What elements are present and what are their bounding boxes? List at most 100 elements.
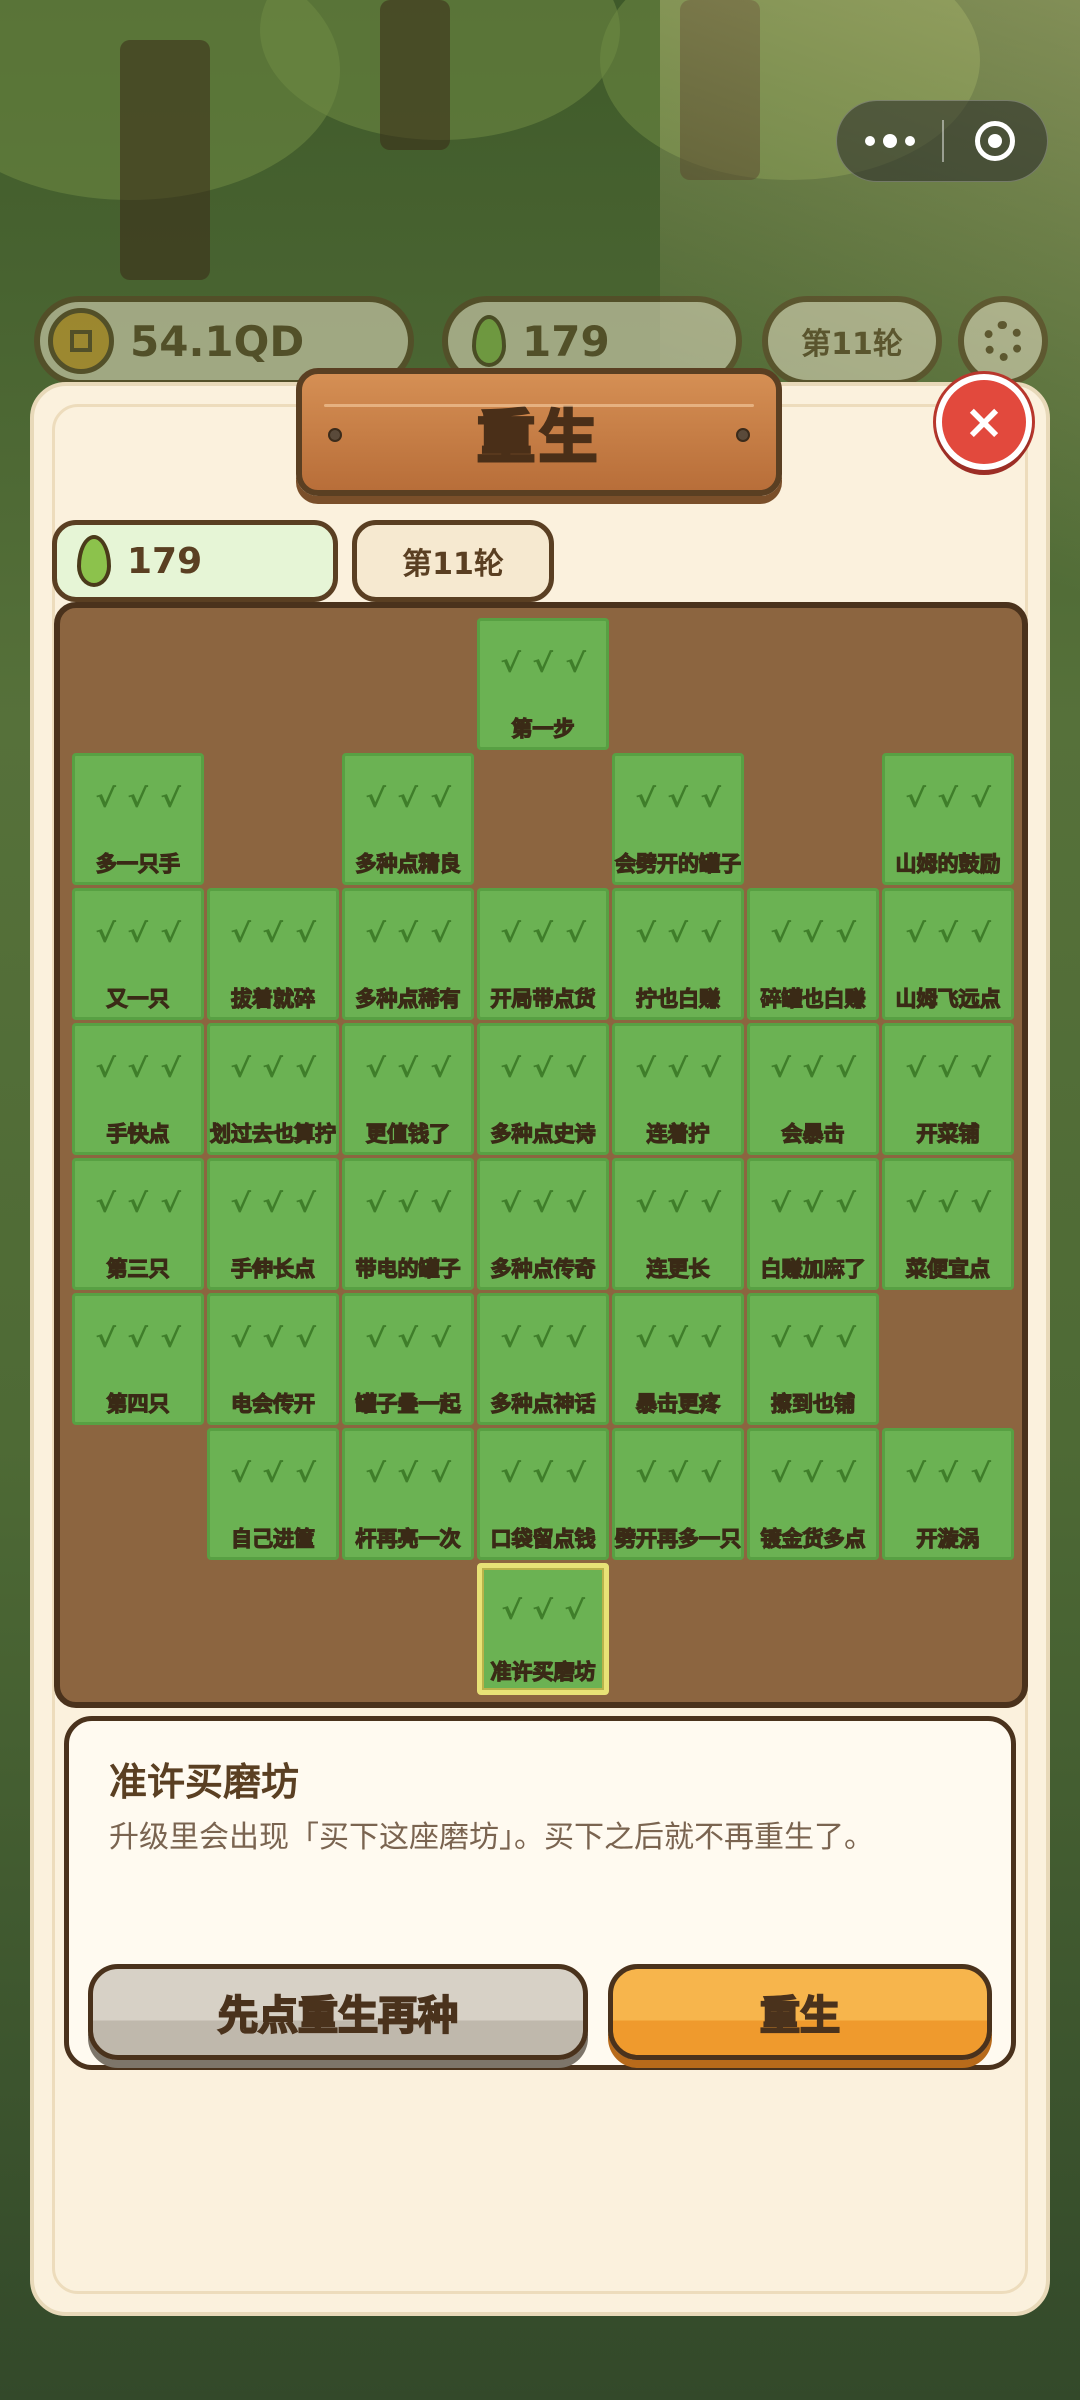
grass-icon: √ √ √ [364, 1189, 452, 1219]
skill-node-label: 电会传开 [230, 1391, 315, 1416]
skill-node-label: 又一只 [106, 986, 170, 1011]
grass-icon: √ √ √ [364, 919, 452, 949]
grass-icon: √ √ √ [229, 1054, 317, 1084]
coin-value: 54.1QD [130, 316, 305, 366]
skill-node[interactable]: √ √ √ 开漩涡 [882, 1428, 1014, 1560]
skill-node-label: 暴击更疼 [635, 1391, 720, 1416]
skill-node-label: 开菜铺 [916, 1121, 980, 1146]
skill-node[interactable]: √ √ √ 划过去也算拧 [207, 1023, 339, 1155]
skill-node[interactable]: √ √ √ 多种点精良 [342, 753, 474, 885]
skill-node[interactable]: √ √ √ 劈开再多一只 [612, 1428, 744, 1560]
skill-node[interactable]: √ √ √ 白赚加麻了 [747, 1158, 879, 1290]
skill-node[interactable]: √ √ √ 手伸长点 [207, 1158, 339, 1290]
skill-node[interactable]: √ √ √ 多种点史诗 [477, 1023, 609, 1155]
grass-icon: √ √ √ [94, 784, 182, 814]
skill-node-label: 杆再亮一次 [355, 1526, 461, 1551]
grass-icon: √ √ √ [364, 1054, 452, 1084]
skill-node[interactable]: √ √ √ 多一只手 [72, 753, 204, 885]
target-close-icon[interactable] [944, 101, 1047, 181]
skill-node[interactable]: √ √ √ 准许买磨坊 [477, 1563, 609, 1695]
skill-node[interactable]: √ √ √ 更值钱了 [342, 1023, 474, 1155]
grass-icon: √ √ √ [634, 1054, 722, 1084]
skill-node[interactable]: √ √ √ 多种点传奇 [477, 1158, 609, 1290]
skill-node[interactable]: √ √ √ 连更长 [612, 1158, 744, 1290]
grass-icon: √ √ √ [904, 1054, 992, 1084]
grass-icon: √ √ √ [499, 1324, 587, 1354]
skill-node[interactable]: √ √ √ 擦到也铺 [747, 1293, 879, 1425]
skill-node[interactable]: √ √ √ 第一步 [477, 618, 609, 750]
skill-node[interactable]: √ √ √ 会暴击 [747, 1023, 879, 1155]
grass-icon: √ √ √ [501, 1596, 585, 1626]
skill-node[interactable]: √ √ √ 山姆飞远点 [882, 888, 1014, 1020]
close-icon: × [963, 394, 1005, 450]
skill-node-label: 连着拧 [646, 1121, 710, 1146]
coin-icon [48, 308, 114, 374]
skill-node-label: 第四只 [106, 1391, 170, 1416]
skill-node[interactable]: √ √ √ 拧也白赚 [612, 888, 744, 1020]
grass-icon: √ √ √ [499, 919, 587, 949]
skill-node-label: 多种点神话 [490, 1391, 596, 1416]
skill-node-label: 擦到也铺 [770, 1391, 855, 1416]
grass-icon: √ √ √ [904, 919, 992, 949]
skill-node[interactable]: √ √ √ 手快点 [72, 1023, 204, 1155]
skill-node[interactable]: √ √ √ 第四只 [72, 1293, 204, 1425]
grass-icon: √ √ √ [499, 1054, 587, 1084]
skill-node[interactable]: √ √ √ 口袋留点钱 [477, 1428, 609, 1560]
skill-node-label: 多种点稀有 [355, 986, 461, 1011]
skill-node[interactable]: √ √ √ 罐子叠一起 [342, 1293, 474, 1425]
skill-node-label: 手快点 [106, 1121, 170, 1146]
skill-node[interactable]: √ √ √ 电会传开 [207, 1293, 339, 1425]
skill-node[interactable]: √ √ √ 山姆的鼓励 [882, 753, 1014, 885]
skill-node-label: 开漩涡 [916, 1526, 980, 1551]
grass-icon: √ √ √ [904, 784, 992, 814]
rebirth-button[interactable]: 重生 [608, 1964, 992, 2060]
skill-node[interactable]: √ √ √ 自己进筐 [207, 1428, 339, 1560]
skill-node[interactable]: √ √ √ 拔着就碎 [207, 888, 339, 1020]
skill-node-label: 多种点精良 [355, 851, 461, 876]
skill-node[interactable]: √ √ √ 会劈开的罐子 [612, 753, 744, 885]
gear-icon[interactable] [958, 296, 1048, 386]
skill-node-label: 多种点传奇 [490, 1256, 596, 1281]
close-button[interactable]: × [936, 374, 1032, 470]
skill-node-label: 带电的罐子 [355, 1256, 461, 1281]
skill-node[interactable]: √ √ √ 多种点稀有 [342, 888, 474, 1020]
skill-node[interactable]: √ √ √ 镀金货多点 [747, 1428, 879, 1560]
skill-node[interactable]: √ √ √ 带电的罐子 [342, 1158, 474, 1290]
plant-first-button[interactable]: 先点重生再种 [88, 1964, 588, 2060]
skill-node-label: 会劈开的罐子 [614, 851, 741, 876]
grass-icon: √ √ √ [499, 1189, 587, 1219]
skill-node[interactable]: √ √ √ 连着拧 [612, 1023, 744, 1155]
grass-icon: √ √ √ [769, 919, 857, 949]
grass-icon: √ √ √ [94, 1324, 182, 1354]
grass-icon: √ √ √ [634, 1459, 722, 1489]
seed-icon [472, 315, 506, 367]
more-dots-icon[interactable] [837, 101, 942, 181]
grass-icon: √ √ √ [634, 1324, 722, 1354]
skill-node-label: 镀金货多点 [760, 1526, 866, 1551]
grass-icon: √ √ √ [499, 1459, 587, 1489]
skill-node-label: 白赚加麻了 [760, 1256, 866, 1281]
skill-node[interactable]: √ √ √ 杆再亮一次 [342, 1428, 474, 1560]
seed-balance-chip: 179 [52, 520, 338, 602]
grass-icon: √ √ √ [634, 784, 722, 814]
nail-icon [736, 428, 750, 442]
skill-node[interactable]: √ √ √ 菜便宜点 [882, 1158, 1014, 1290]
skill-node-label: 自己进筐 [230, 1526, 315, 1551]
miniprogram-capsule [836, 100, 1048, 182]
seed-value: 179 [522, 316, 610, 366]
skill-node[interactable]: √ √ √ 开局带点货 [477, 888, 609, 1020]
skill-node[interactable]: √ √ √ 又一只 [72, 888, 204, 1020]
grass-icon: √ √ √ [769, 1324, 857, 1354]
skill-node-label: 开局带点货 [490, 986, 596, 1011]
skill-node[interactable]: √ √ √ 暴击更疼 [612, 1293, 744, 1425]
skill-node[interactable]: √ √ √ 多种点神话 [477, 1293, 609, 1425]
skill-node[interactable]: √ √ √ 碎罐也白赚 [747, 888, 879, 1020]
skill-node[interactable]: √ √ √ 开菜铺 [882, 1023, 1014, 1155]
skill-node[interactable]: √ √ √ 第三只 [72, 1158, 204, 1290]
grass-icon: √ √ √ [364, 784, 452, 814]
skill-info-title: 准许买磨坊 [109, 1760, 300, 1804]
grass-icon: √ √ √ [229, 1459, 317, 1489]
grass-icon: √ √ √ [769, 1189, 857, 1219]
skill-node-label: 碎罐也白赚 [760, 986, 866, 1011]
grass-icon: √ √ √ [769, 1054, 857, 1084]
